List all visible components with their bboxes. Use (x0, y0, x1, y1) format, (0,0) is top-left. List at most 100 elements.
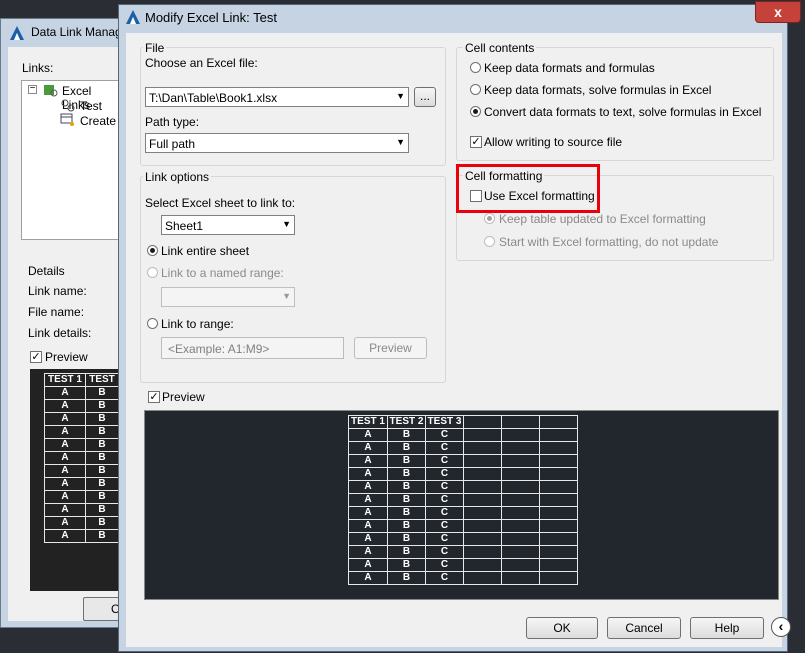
titlebar[interactable]: Modify Excel Link: Test (119, 5, 787, 31)
bg-cell: A (44, 386, 86, 400)
link-options-label: Link options (143, 170, 212, 184)
table-row: ABC (348, 480, 578, 494)
cell (501, 493, 540, 507)
cell: B (387, 545, 426, 559)
keep-formats-solve-label[interactable]: Keep data formats, solve formulas in Exc… (484, 83, 711, 97)
link-to-range-label[interactable]: Link to range: (161, 317, 234, 331)
bg-cell: B (85, 516, 119, 530)
cell (501, 441, 540, 455)
collapse-icon[interactable]: − (28, 84, 37, 94)
link-details-label: Link details: (28, 326, 92, 340)
keep-table-updated-label[interactable]: Keep table updated to Excel formatting (499, 212, 706, 226)
bg-cell: B (85, 464, 119, 478)
named-range-combo[interactable]: ▼ (161, 287, 295, 307)
cell: A (348, 506, 388, 520)
bg-cell: B (85, 503, 119, 517)
range-preview-button[interactable]: Preview (354, 337, 427, 359)
background-title: Data Link Manag (31, 25, 122, 39)
preview-table: TEST 1 TEST 2 TEST 3 ABC ABC ABC ABC ABC… (348, 415, 578, 585)
convert-to-text-label[interactable]: Convert data formats to text, solve form… (484, 105, 761, 119)
bg-cell: A (44, 503, 86, 517)
ok-button[interactable]: OK (526, 617, 598, 639)
cell (501, 558, 540, 572)
keep-table-updated-radio[interactable] (484, 213, 495, 224)
help-button[interactable]: Help (690, 617, 764, 639)
file-name-label: File name: (28, 305, 85, 319)
cell (539, 519, 578, 533)
start-with-excel-label[interactable]: Start with Excel formatting, do not upda… (499, 235, 718, 249)
cell (501, 532, 540, 546)
cell (463, 467, 502, 481)
cell (463, 506, 502, 520)
preview-checkbox[interactable]: ✓ (148, 391, 160, 403)
keep-formats-solve-radio[interactable] (470, 84, 481, 95)
bg-cell: A (44, 451, 86, 465)
tree-item-test[interactable]: Test (80, 99, 102, 113)
bg-cell: B (85, 490, 119, 504)
header-cell (539, 415, 578, 429)
cell: C (425, 493, 464, 507)
link-entire-sheet-label[interactable]: Link entire sheet (161, 244, 249, 258)
close-button[interactable]: x (755, 1, 801, 23)
background-preview-table: TEST 1 TEST AB AB AB AB AB AB AB AB AB AB… (44, 373, 119, 543)
link-named-range-label[interactable]: Link to a named range: (161, 266, 284, 280)
cell: C (425, 571, 464, 585)
cell (463, 545, 502, 559)
background-preview-checkbox[interactable]: ✓ (30, 351, 42, 363)
cancel-button[interactable]: Cancel (607, 617, 681, 639)
browse-button[interactable]: ... (414, 87, 436, 107)
cell: A (348, 454, 388, 468)
header-cell (501, 415, 540, 429)
chevron-down-icon: ▼ (282, 291, 291, 301)
cell (539, 545, 578, 559)
cell (501, 519, 540, 533)
path-type-combo[interactable]: Full path ▼ (145, 133, 409, 153)
cell: A (348, 571, 388, 585)
keep-formats-formulas-label[interactable]: Keep data formats and formulas (484, 61, 655, 75)
link-to-range-radio[interactable] (147, 318, 158, 329)
bg-cell: B (85, 399, 119, 413)
background-preview-area: TEST 1 TEST AB AB AB AB AB AB AB AB AB AB… (30, 369, 120, 591)
cell: A (348, 480, 388, 494)
cell: B (387, 571, 426, 585)
links-tree[interactable]: − Excel Links Test Create (21, 80, 123, 240)
use-excel-formatting-label[interactable]: Use Excel formatting (484, 189, 595, 203)
keep-formats-formulas-radio[interactable] (470, 62, 481, 73)
cell: C (425, 545, 464, 559)
link-named-range-radio[interactable] (147, 267, 158, 278)
header-cell: TEST 3 (425, 415, 464, 429)
sheet-combo[interactable]: Sheet1 ▼ (161, 215, 295, 235)
cell: C (425, 428, 464, 442)
table-row: ABC (348, 454, 578, 468)
bg-cell: A (44, 464, 86, 478)
cell: A (348, 545, 388, 559)
tree-item-create[interactable]: Create (80, 114, 116, 128)
autocad-logo-icon (10, 26, 24, 40)
modify-excel-link-window: Modify Excel Link: Test x File Choose an… (118, 1, 801, 652)
range-input[interactable]: <Example: A1:M9> (161, 337, 344, 359)
cell (463, 519, 502, 533)
cell (539, 428, 578, 442)
dialog-client: File Choose an Excel file: T:\Dan\Table\… (126, 33, 791, 647)
header-cell: TEST 1 (348, 415, 388, 429)
excel-file-combo[interactable]: T:\Dan\Table\Book1.xlsx ▼ (145, 87, 409, 107)
cell: A (348, 519, 388, 533)
cell (539, 441, 578, 455)
allow-writing-label[interactable]: Allow writing to source file (484, 135, 622, 149)
chevron-left-icon: ‹ (778, 618, 784, 634)
table-row: ABC (348, 467, 578, 481)
table-row: ABC (348, 441, 578, 455)
start-with-excel-radio[interactable] (484, 236, 495, 247)
link-entire-sheet-radio[interactable] (147, 245, 158, 256)
cell: C (425, 532, 464, 546)
convert-to-text-radio[interactable] (470, 106, 481, 117)
collapse-panel-button[interactable]: ‹ (771, 617, 791, 637)
cell (539, 493, 578, 507)
file-group-label: File (143, 41, 167, 55)
bg-cell: A (44, 516, 86, 530)
cell: A (348, 428, 388, 442)
bg-cell: A (44, 412, 86, 426)
use-excel-formatting-checkbox[interactable] (470, 190, 482, 202)
select-sheet-label: Select Excel sheet to link to: (145, 196, 296, 210)
allow-writing-checkbox[interactable]: ✓ (470, 136, 482, 148)
